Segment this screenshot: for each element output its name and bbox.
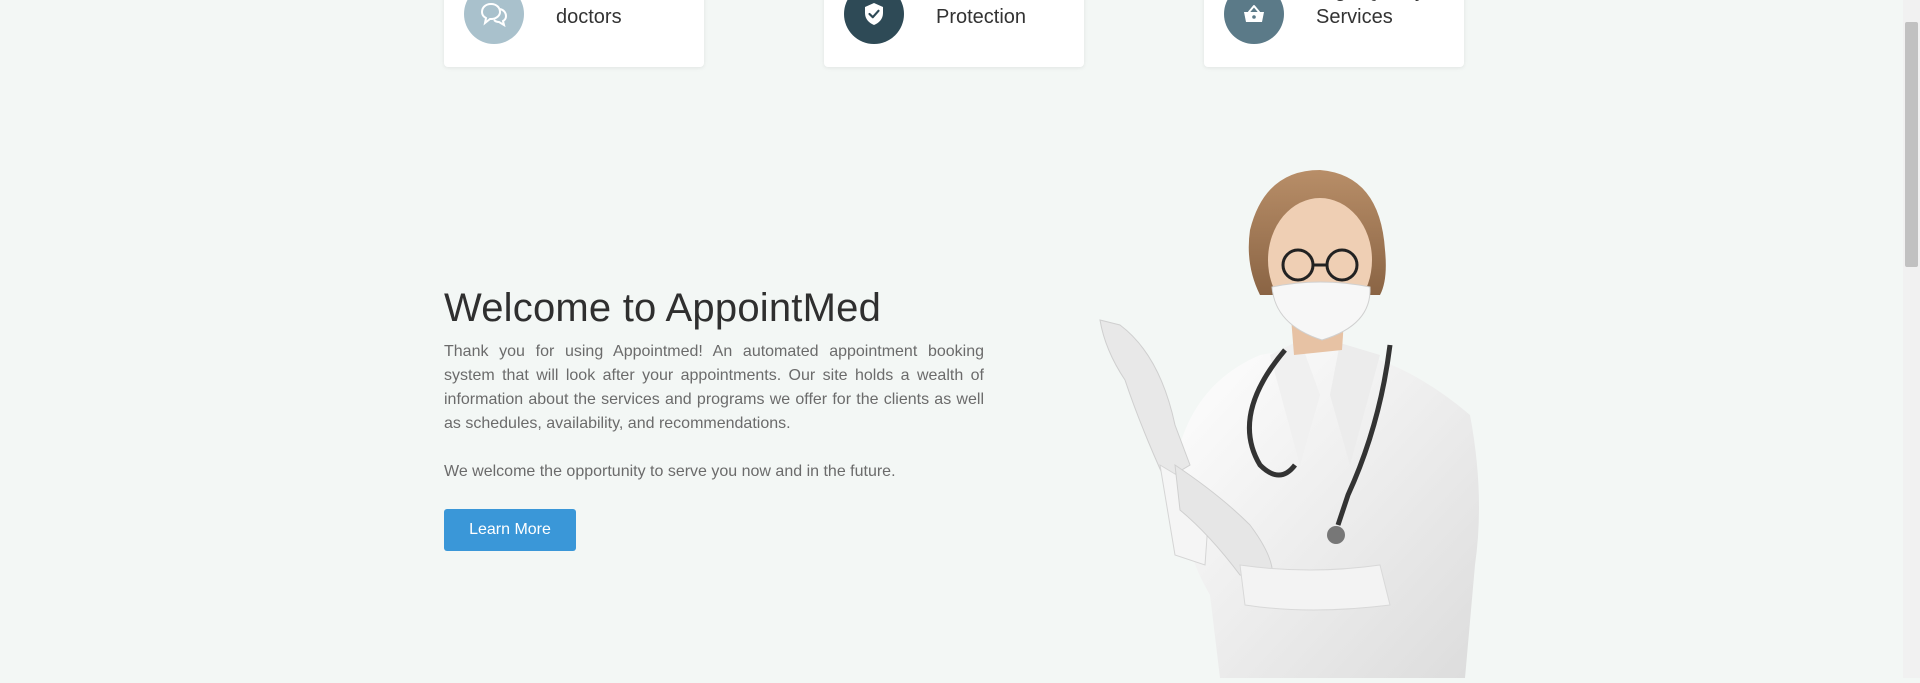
hero-paragraph-secondary: We welcome the opportunity to serve you … bbox=[444, 463, 896, 480]
learn-more-button[interactable]: Learn More bbox=[444, 509, 576, 551]
feature-label: Talk with our doctors bbox=[556, 0, 667, 28]
basket-icon bbox=[1224, 0, 1284, 44]
hero-title: Welcome to AppointMed bbox=[444, 286, 882, 330]
scrollbar-thumb[interactable] bbox=[1905, 22, 1918, 267]
doctor-image bbox=[1080, 165, 1500, 678]
shield-check-icon bbox=[844, 0, 904, 44]
scrollbar-track[interactable] bbox=[1903, 0, 1920, 678]
feature-card-protection: Guaranteed Protection bbox=[824, 0, 1084, 67]
feature-row: Talk with our doctors Guaranteed Protect… bbox=[0, 0, 1900, 70]
feature-label: Guaranteed Protection bbox=[936, 0, 1042, 28]
feature-label: High Quality Services bbox=[1316, 0, 1425, 28]
feature-card-talk: Talk with our doctors bbox=[444, 0, 704, 67]
chat-icon bbox=[464, 0, 524, 44]
hero-paragraph: Thank you for using Appointmed! An autom… bbox=[444, 343, 984, 432]
feature-card-quality: High Quality Services bbox=[1204, 0, 1464, 67]
